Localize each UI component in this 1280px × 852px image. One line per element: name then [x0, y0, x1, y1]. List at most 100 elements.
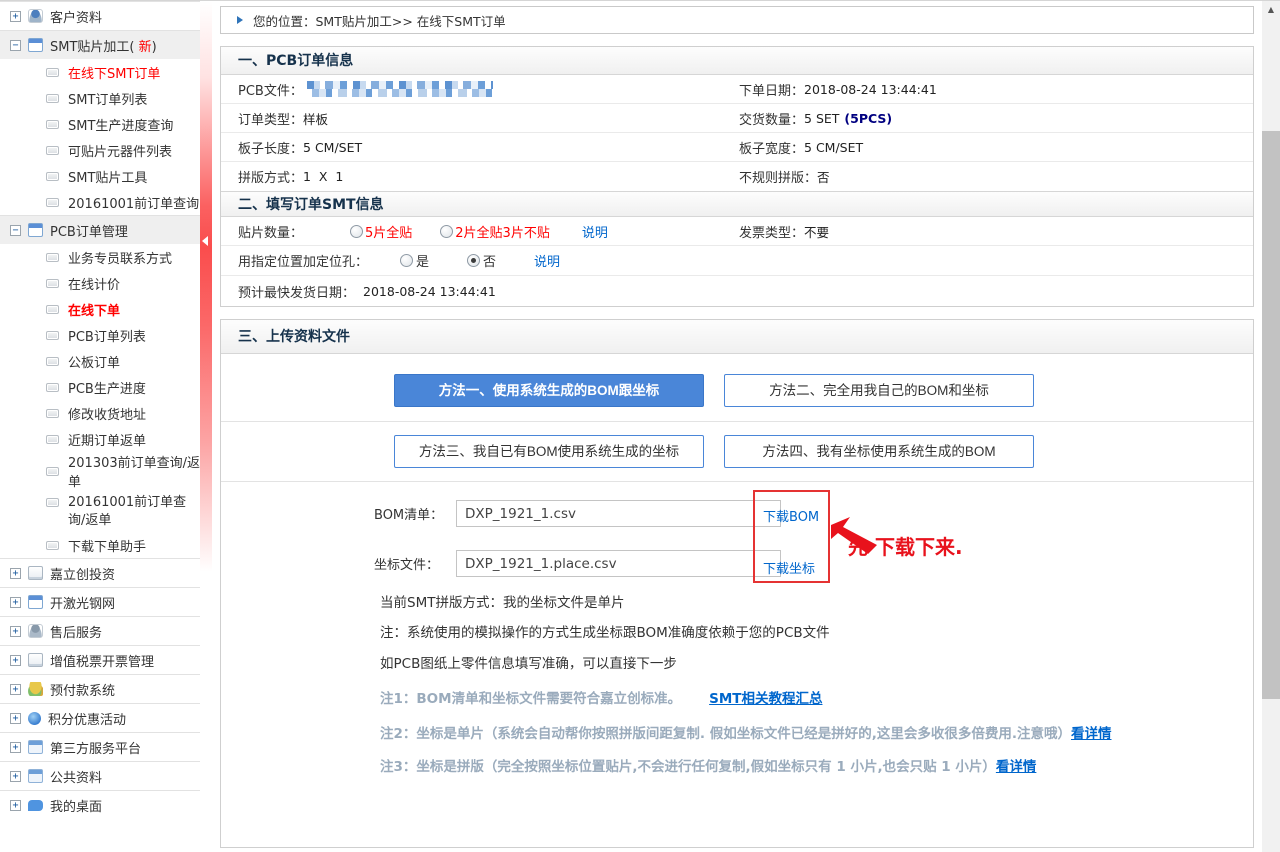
sidebar-item[interactable]: 201303前订单查询/返单: [0, 452, 200, 490]
download-bom-link[interactable]: 下载BOM: [763, 506, 819, 525]
sidebar-item[interactable]: 20161001前订单查询/返单: [0, 490, 200, 532]
smt-qty-row: 贴片数量： 5片全贴 2片全贴3片不贴 说明 发票类型： 不要: [221, 217, 1253, 246]
sidebar-item[interactable]: PCB订单列表: [0, 322, 200, 348]
field-label: 板子宽度：: [739, 138, 804, 157]
sidebar-item[interactable]: 近期订单返单: [0, 426, 200, 452]
sidebar-group-item[interactable]: +第三方服务平台: [0, 732, 200, 761]
sidebar-group-item[interactable]: +公共资料: [0, 761, 200, 790]
menu-item-icon: [46, 253, 59, 262]
coord-file-input[interactable]: [456, 550, 781, 577]
sidebar-item-label: 201303前订单查询/返单: [68, 452, 200, 490]
note-link[interactable]: 看详情: [996, 759, 1037, 775]
scrollbar-thumb[interactable]: [1262, 131, 1280, 699]
collapse-left-icon[interactable]: [202, 236, 208, 246]
expand-plus-icon[interactable]: +: [10, 800, 21, 811]
sidebar-item-label: 20161001前订单查询: [68, 193, 199, 212]
note-line: 当前SMT拼版方式：我的坐标文件是单片: [380, 594, 1260, 612]
customer-icon: [28, 9, 43, 23]
expand-plus-icon[interactable]: +: [10, 597, 21, 608]
hole-no-radio[interactable]: [467, 254, 480, 267]
sidebar-item-label: 在线下单: [68, 300, 120, 319]
sidebar-item-label: 可贴片元器件列表: [68, 141, 172, 160]
sidebar-item-label: 在线下SMT订单: [68, 63, 160, 82]
hole-yes-label: 是: [416, 251, 429, 270]
doc-icon: [28, 653, 43, 667]
qty-option1-radio[interactable]: [350, 225, 363, 238]
sidebar-item[interactable]: 下载下单助手: [0, 532, 200, 558]
expand-plus-icon[interactable]: +: [10, 771, 21, 782]
menu-item-icon: [46, 68, 59, 77]
sidebar-group-item[interactable]: +嘉立创投资: [0, 558, 200, 587]
sidebar-group-item[interactable]: +我的桌面: [0, 790, 200, 819]
method-2-button[interactable]: 方法二、完全用我自己的BOM和坐标: [724, 374, 1034, 407]
sidebar-collapse-splitter[interactable]: [200, 1, 212, 852]
sidebar-group-item[interactable]: +开激光钢网: [0, 587, 200, 616]
method-4-button[interactable]: 方法四、我有坐标使用系统生成的BOM: [724, 435, 1034, 468]
collapse-minus-icon[interactable]: −: [10, 225, 21, 236]
qty-option1-label: 5片全贴: [365, 222, 412, 241]
sidebar-item-label: 公板订单: [68, 352, 120, 371]
scroll-up-icon[interactable]: ▲: [1262, 1, 1280, 18]
sidebar-group-item[interactable]: −SMT贴片加工( 新): [0, 30, 200, 59]
sidebar-item[interactable]: 修改收货地址: [0, 400, 200, 426]
sidebar-group-item[interactable]: +售后服务: [0, 616, 200, 645]
module-icon: [28, 38, 43, 52]
hole-yes-radio[interactable]: [400, 254, 413, 267]
expand-plus-icon[interactable]: +: [10, 684, 21, 695]
sidebar-group-item[interactable]: +积分优惠活动: [0, 703, 200, 732]
collapse-minus-icon[interactable]: −: [10, 40, 21, 51]
expand-plus-icon[interactable]: +: [10, 568, 21, 579]
method-1-button[interactable]: 方法一、使用系统生成的BOM跟坐标: [394, 374, 704, 407]
sidebar-item[interactable]: SMT生产进度查询: [0, 111, 200, 137]
expand-plus-icon[interactable]: +: [10, 11, 21, 22]
field-label: 交货数量：: [739, 109, 804, 128]
expand-plus-icon[interactable]: +: [10, 626, 21, 637]
bom-file-row: BOM清单：: [374, 500, 781, 527]
locating-hole-row: 用指定位置加定位孔： 是 否 说明: [221, 246, 1253, 276]
note-text: 注1：BOM清单和坐标文件需要符合嘉立创标准。: [380, 691, 681, 707]
expand-plus-icon[interactable]: +: [10, 655, 21, 666]
sidebar-item[interactable]: PCB生产进度: [0, 374, 200, 400]
qty-option2-radio[interactable]: [440, 225, 453, 238]
menu-item-icon: [46, 120, 59, 129]
sidebar-item[interactable]: 在线下单: [0, 296, 200, 322]
vertical-scrollbar[interactable]: ▲: [1262, 1, 1280, 852]
note-link[interactable]: SMT相关教程汇总: [709, 691, 822, 707]
sidebar-item[interactable]: 业务专员联系方式: [0, 244, 200, 270]
field-value: 样板: [303, 109, 328, 128]
sidebar-group-label: PCB订单管理: [50, 221, 128, 240]
hole-label: 用指定位置加定位孔：: [238, 251, 400, 270]
upload-files-box: 三、上传资料文件 方法一、使用系统生成的BOM跟坐标方法二、完全用我自己的BOM…: [220, 319, 1254, 848]
sidebar-group-item[interactable]: +客户资料: [0, 1, 200, 30]
field-label: PCB文件：: [238, 80, 303, 99]
sidebar-item[interactable]: 20161001前订单查询: [0, 189, 200, 215]
pcb-order-info-rows: PCB文件：下单日期：2018-08-24 13:44:41订单类型：样板交货数…: [221, 75, 1253, 191]
expand-plus-icon[interactable]: +: [10, 713, 21, 724]
sidebar-group-item[interactable]: − PCB订单管理: [0, 215, 200, 244]
download-highlight-rect: 下载BOM 下载坐标: [753, 490, 830, 583]
expand-plus-icon[interactable]: +: [10, 742, 21, 753]
breadcrumb-arrow-icon: [237, 16, 243, 24]
bom-file-input[interactable]: [456, 500, 781, 527]
field-value-extra: (5PCS): [844, 111, 892, 126]
sidebar-item-label: PCB订单列表: [68, 326, 146, 345]
sidebar-group-item[interactable]: +预付款系统: [0, 674, 200, 703]
sidebar-item[interactable]: SMT贴片工具: [0, 163, 200, 189]
menu-item-icon: [46, 305, 59, 314]
sidebar-item[interactable]: 在线计价: [0, 270, 200, 296]
chat-icon: [28, 800, 43, 811]
sidebar-group-item[interactable]: +增值税票开票管理: [0, 645, 200, 674]
qty-help-link[interactable]: 说明: [582, 222, 608, 241]
method-3-button[interactable]: 方法三、我自已有BOM使用系统生成的坐标: [394, 435, 704, 468]
sidebar-item[interactable]: 在线下SMT订单: [0, 59, 200, 85]
hole-help-link[interactable]: 说明: [534, 251, 560, 270]
download-coord-link[interactable]: 下载坐标: [763, 558, 815, 577]
info-row: 板子长度：5 CM/SET板子宽度：5 CM/SET: [221, 133, 1253, 162]
sidebar-item[interactable]: 可贴片元器件列表: [0, 137, 200, 163]
note-link[interactable]: 看详情: [1071, 726, 1112, 742]
sidebar-item[interactable]: SMT订单列表: [0, 85, 200, 111]
sidebar-item[interactable]: 公板订单: [0, 348, 200, 374]
note-text: 当前SMT拼版方式：我的坐标文件是单片: [380, 595, 624, 611]
sidebar-item-label: 20161001前订单查询/返单: [68, 494, 200, 530]
module-icon: [28, 223, 43, 237]
